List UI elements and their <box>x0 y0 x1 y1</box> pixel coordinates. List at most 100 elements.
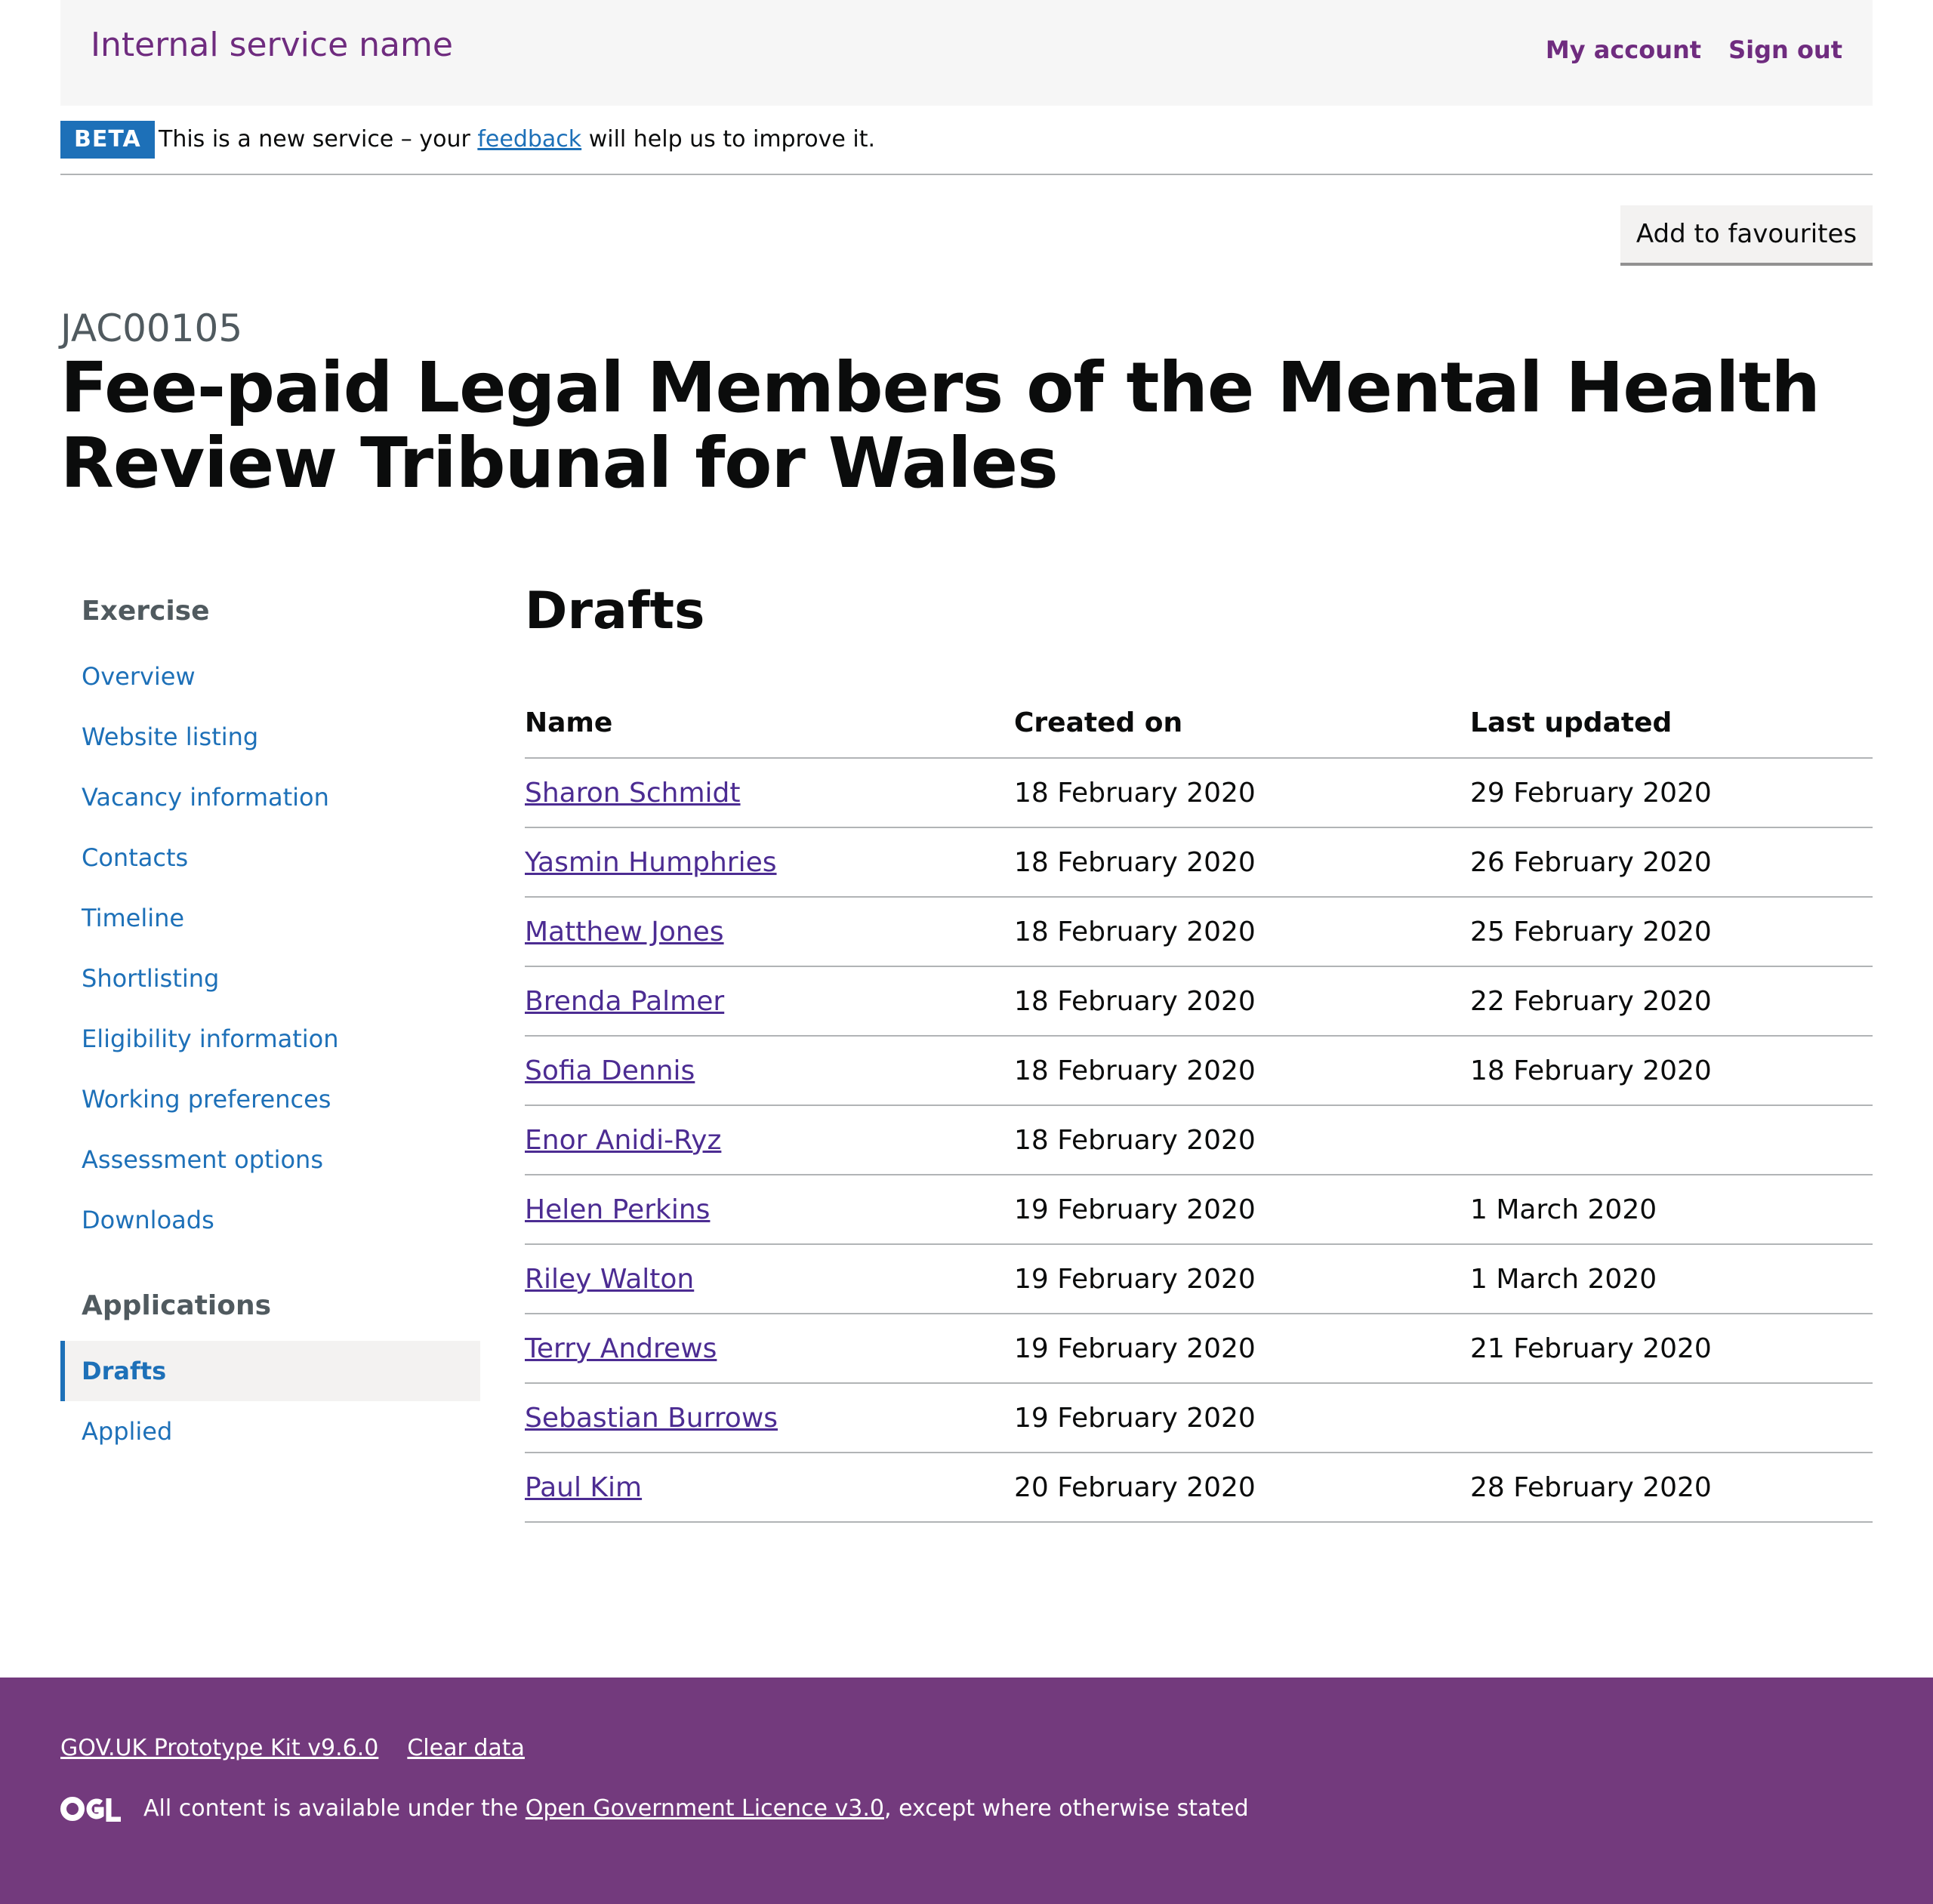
sidebar-item-working-preferences: Working preferences <box>60 1069 480 1129</box>
sidebar-link-overview[interactable]: Overview <box>82 662 196 691</box>
column-header-name: Name <box>525 689 1014 759</box>
main-content: Drafts Name Created on Last updated Shar… <box>525 574 1873 1523</box>
table-row: Enor Anidi-Ryz 18 February 2020 <box>525 1105 1873 1175</box>
section-title: Drafts <box>525 581 705 641</box>
cell-name: Brenda Palmer <box>525 966 1014 1037</box>
licence-text-before: All content is available under the <box>143 1795 526 1822</box>
cell-created-on: 19 February 2020 <box>1014 1175 1470 1245</box>
applicant-link[interactable]: Sharon Schmidt <box>525 778 741 809</box>
sidebar-link-eligibility-information[interactable]: Eligibility information <box>82 1024 339 1053</box>
cell-name: Yasmin Humphries <box>525 827 1014 898</box>
sidebar-link-assessment-options[interactable]: Assessment options <box>82 1145 323 1174</box>
table-header-row: Name Created on Last updated <box>525 689 1873 759</box>
table-row: Yasmin Humphries 18 February 2020 26 Feb… <box>525 827 1873 898</box>
cell-last-updated: 22 February 2020 <box>1470 966 1873 1037</box>
sidebar-item-website-listing: Website listing <box>60 707 480 767</box>
licence-row: All content is available under the Open … <box>60 1792 1249 1825</box>
sidebar-item-eligibility-information: Eligibility information <box>60 1009 480 1069</box>
phase-banner-text: This is a new service – your feedback wi… <box>159 121 875 159</box>
sidebar-item-assessment-options: Assessment options <box>60 1129 480 1190</box>
drafts-table: Name Created on Last updated Sharon Schm… <box>525 689 1873 1523</box>
exercise-nav-list: Overview Website listing Vacancy informa… <box>60 646 480 1250</box>
column-header-last-updated: Last updated <box>1470 689 1873 759</box>
service-name-link[interactable]: Internal service name <box>91 23 453 68</box>
add-to-favourites-button[interactable]: Add to favourites <box>1620 205 1873 266</box>
header-nav: My account Sign out <box>1546 33 1842 66</box>
applicant-link[interactable]: Brenda Palmer <box>525 986 724 1017</box>
cell-last-updated: 29 February 2020 <box>1470 758 1873 828</box>
table-row: Sofia Dennis 18 February 2020 18 Februar… <box>525 1036 1873 1106</box>
sidebar-link-downloads[interactable]: Downloads <box>82 1206 214 1234</box>
table-row: Matthew Jones 18 February 2020 25 Februa… <box>525 897 1873 967</box>
sidebar-link-drafts[interactable]: Drafts <box>82 1357 166 1385</box>
page-title: Fee-paid Legal Members of the Mental Hea… <box>60 347 1820 504</box>
sidebar-link-vacancy-information[interactable]: Vacancy information <box>82 783 329 812</box>
applicant-link[interactable]: Enor Anidi-Ryz <box>525 1125 721 1156</box>
applicant-link[interactable]: Sofia Dennis <box>525 1055 695 1086</box>
cell-last-updated <box>1470 1383 1873 1453</box>
table-row: Riley Walton 19 February 2020 1 March 20… <box>525 1244 1873 1314</box>
cell-created-on: 19 February 2020 <box>1014 1314 1470 1384</box>
sidebar-item-vacancy-information: Vacancy information <box>60 767 480 827</box>
cell-last-updated: 25 February 2020 <box>1470 897 1873 967</box>
applicant-link[interactable]: Sebastian Burrows <box>525 1403 778 1434</box>
cell-name: Sharon Schmidt <box>525 758 1014 828</box>
sidebar-link-working-preferences[interactable]: Working preferences <box>82 1085 331 1114</box>
sidebar-item-shortlisting: Shortlisting <box>60 948 480 1009</box>
sidebar-item-drafts: Drafts <box>60 1341 480 1401</box>
cell-name: Sebastian Burrows <box>525 1383 1014 1453</box>
cell-created-on: 19 February 2020 <box>1014 1244 1470 1314</box>
phase-banner: BETA This is a new service – your feedba… <box>60 119 1873 175</box>
sidebar-link-applied[interactable]: Applied <box>82 1417 172 1446</box>
phase-text-after: will help us to improve it. <box>581 126 875 153</box>
column-header-created-on: Created on <box>1014 689 1470 759</box>
cell-name: Sofia Dennis <box>525 1036 1014 1106</box>
cell-name: Helen Perkins <box>525 1175 1014 1245</box>
sidebar-item-overview: Overview <box>60 646 480 707</box>
applications-nav-list: Drafts Applied <box>60 1341 480 1462</box>
ogl-logo-icon <box>60 1797 121 1822</box>
applicant-link[interactable]: Matthew Jones <box>525 917 724 947</box>
my-account-link[interactable]: My account <box>1546 33 1701 66</box>
open-government-licence-link[interactable]: Open Government Licence v3.0 <box>526 1795 884 1822</box>
cell-created-on: 18 February 2020 <box>1014 1105 1470 1175</box>
sidebar-link-shortlisting[interactable]: Shortlisting <box>82 964 219 993</box>
applicant-link[interactable]: Riley Walton <box>525 1264 694 1295</box>
applicant-link[interactable]: Terry Andrews <box>525 1333 717 1364</box>
sidebar-item-applied: Applied <box>60 1401 480 1462</box>
cell-last-updated <box>1470 1105 1873 1175</box>
sidebar-heading-exercise: Exercise <box>82 596 210 627</box>
cell-created-on: 18 February 2020 <box>1014 966 1470 1037</box>
clear-data-link[interactable]: Clear data <box>407 1732 525 1765</box>
cell-last-updated: 18 February 2020 <box>1470 1036 1873 1106</box>
sign-out-link[interactable]: Sign out <box>1728 33 1842 66</box>
applicant-link[interactable]: Helen Perkins <box>525 1194 710 1225</box>
table-row: Sharon Schmidt 18 February 2020 29 Febru… <box>525 758 1873 828</box>
footer-links: GOV.UK Prototype Kit v9.6.0 Clear data <box>60 1732 525 1765</box>
cell-name: Matthew Jones <box>525 897 1014 967</box>
cell-created-on: 20 February 2020 <box>1014 1453 1470 1523</box>
cell-last-updated: 1 March 2020 <box>1470 1244 1873 1314</box>
feedback-link[interactable]: feedback <box>477 126 581 153</box>
cell-name: Terry Andrews <box>525 1314 1014 1384</box>
applicant-link[interactable]: Yasmin Humphries <box>525 847 777 878</box>
sidebar-link-contacts[interactable]: Contacts <box>82 843 188 872</box>
licence-text: All content is available under the Open … <box>143 1792 1249 1825</box>
cell-created-on: 18 February 2020 <box>1014 827 1470 898</box>
sidebar-item-timeline: Timeline <box>60 888 480 948</box>
applicant-link[interactable]: Paul Kim <box>525 1472 642 1503</box>
cell-created-on: 18 February 2020 <box>1014 897 1470 967</box>
cell-created-on: 18 February 2020 <box>1014 1036 1470 1106</box>
prototype-kit-link[interactable]: GOV.UK Prototype Kit v9.6.0 <box>60 1732 378 1765</box>
cell-created-on: 18 February 2020 <box>1014 758 1470 828</box>
phase-text-before: This is a new service – your <box>159 126 478 153</box>
cell-last-updated: 26 February 2020 <box>1470 827 1873 898</box>
sidebar-nav: Exercise Overview Website listing Vacanc… <box>60 589 480 1462</box>
licence-text-after: , except where otherwise stated <box>884 1795 1249 1822</box>
sidebar-item-downloads: Downloads <box>60 1190 480 1250</box>
table-row: Sebastian Burrows 19 February 2020 <box>525 1383 1873 1453</box>
sidebar-link-timeline[interactable]: Timeline <box>82 904 184 932</box>
cell-last-updated: 1 March 2020 <box>1470 1175 1873 1245</box>
table-row: Terry Andrews 19 February 2020 21 Februa… <box>525 1314 1873 1384</box>
sidebar-link-website-listing[interactable]: Website listing <box>82 722 258 751</box>
